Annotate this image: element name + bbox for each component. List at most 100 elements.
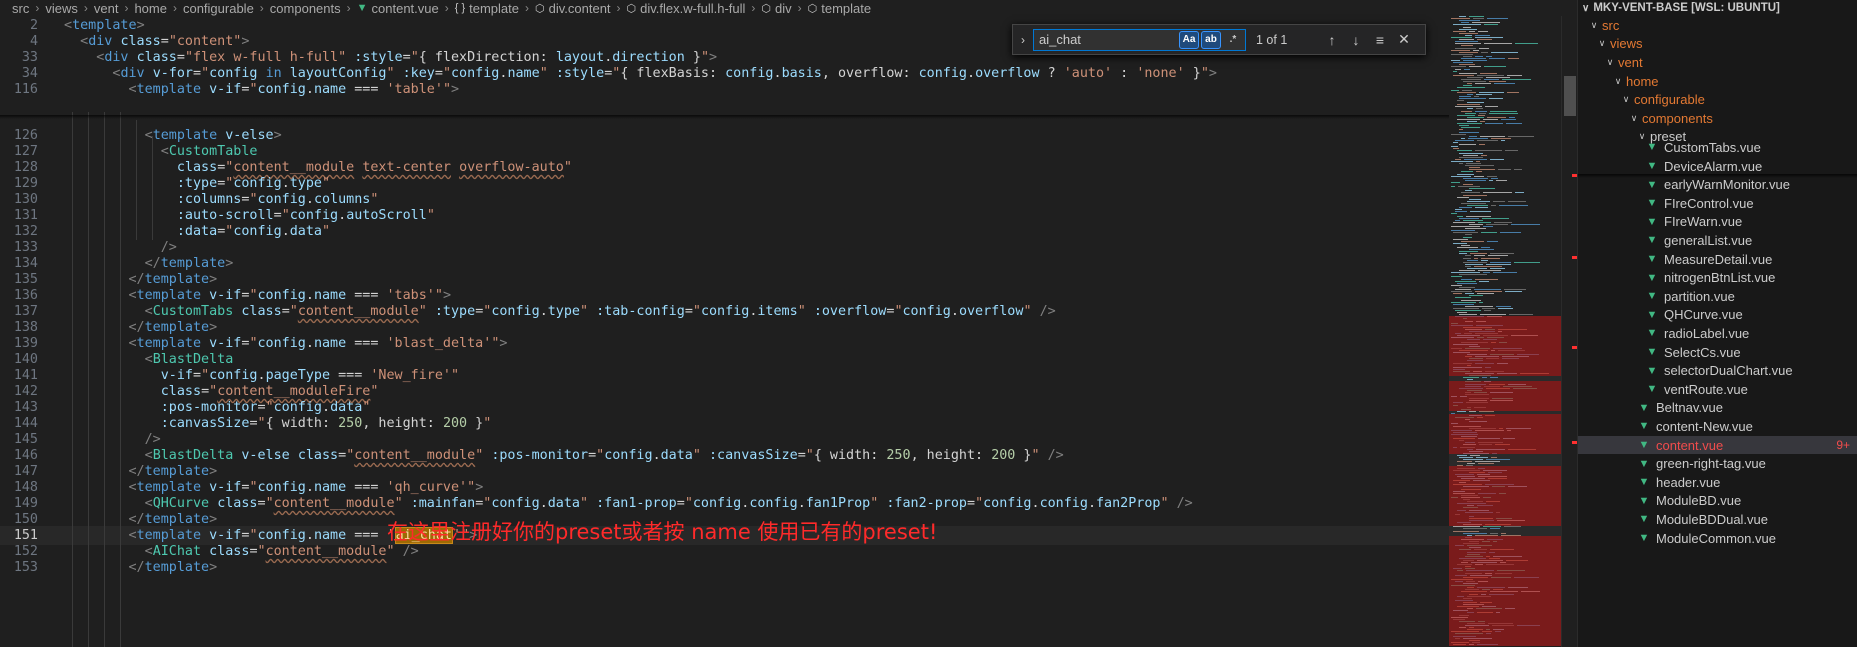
minimap-line (1475, 83, 1491, 85)
explorer-root[interactable]: ∨ MKY-VENT-BASE [WSL: UBUNTU] (1578, 0, 1857, 16)
tree-item-label: vent (1618, 54, 1643, 70)
file-item[interactable]: ▼ QHCurve.vue (1578, 306, 1857, 325)
minimap-line (1508, 58, 1519, 59)
scrollbar-thumb[interactable] (1564, 76, 1576, 116)
breadcrumb-item[interactable]: home (134, 1, 167, 16)
breadcrumb-label: div.content (548, 0, 611, 16)
folder-views[interactable]: ∨ views (1578, 35, 1857, 54)
breadcrumb-item[interactable]: views (45, 1, 78, 16)
folder-configurable[interactable]: ∨ configurable (1578, 90, 1857, 109)
toggle-replace-icon[interactable]: › (1013, 33, 1033, 47)
vue-file-icon: ▼ (1646, 346, 1658, 359)
file-item[interactable]: ▼ earlyWarnMonitor.vue (1578, 175, 1857, 194)
minimap-line (1457, 104, 1480, 106)
folder-home[interactable]: ∨ home (1578, 72, 1857, 91)
regex-button[interactable]: .* (1223, 31, 1243, 49)
file-item[interactable]: ▼ CustomTabs.vue (1578, 138, 1857, 157)
breadcrumb-item[interactable]: ⬡ template (808, 1, 871, 16)
breadcrumb-separator-icon: › (259, 1, 264, 15)
breadcrumb-item[interactable]: ⬡ div.content (535, 1, 611, 16)
file-item[interactable]: ▼ ModuleBDDual.vue (1578, 510, 1857, 529)
breadcrumb-item[interactable]: src (12, 1, 29, 16)
minimap-line (1462, 89, 1472, 91)
minimap-slider[interactable] (1449, 316, 1561, 646)
file-item[interactable]: ▼ radioLabel.vue (1578, 324, 1857, 343)
minimap-line (1451, 160, 1473, 162)
file-item[interactable]: ▼ selectorDualChart.vue (1578, 361, 1857, 380)
minimap-line (1472, 22, 1500, 24)
breadcrumb-item[interactable]: components (270, 1, 341, 16)
minimap-line (1478, 270, 1501, 272)
minimap-line (1479, 301, 1483, 303)
code-editor[interactable]: 2 <template> 4 <div class="content"> 33 <… (0, 16, 1449, 647)
minimap-line (1474, 265, 1502, 267)
code-line[interactable]: 153 </template> (0, 558, 1449, 577)
find-input[interactable]: ai_chat Aa ab .* (1033, 28, 1246, 51)
breadcrumb-item[interactable]: ▼ content.vue (357, 1, 439, 16)
minimap-line (1486, 223, 1508, 225)
minimap-line (1469, 198, 1481, 200)
breadcrumb-item[interactable]: ⬡ div (761, 1, 791, 16)
close-icon[interactable]: ✕ (1392, 31, 1416, 48)
file-item[interactable]: ▼ content.vue 9+ (1578, 435, 1857, 455)
breadcrumb-item[interactable]: ⬡ div.flex.w-full.h-full (627, 1, 746, 16)
previous-match-icon[interactable]: ↑ (1320, 32, 1344, 48)
indent-guide (152, 136, 153, 240)
sticky-line[interactable]: 116 <template v-if="config.name === 'tab… (0, 80, 1449, 99)
tree-item-label: QHCurve.vue (1664, 307, 1743, 323)
match-whole-word-button[interactable]: ab (1201, 30, 1221, 49)
minimap-line (1504, 289, 1526, 290)
file-item[interactable]: ▼ ModuleCommon.vue (1578, 529, 1857, 548)
minimap-line (1453, 148, 1459, 150)
folder-vent[interactable]: ∨ vent (1578, 53, 1857, 72)
file-item[interactable]: ▼ MeasureDetail.vue (1578, 250, 1857, 269)
folder-components[interactable]: ∨ components (1578, 109, 1857, 128)
breadcrumb-item[interactable]: configurable (183, 1, 254, 16)
file-item[interactable]: ▼ DeviceAlarm.vue (1578, 157, 1857, 176)
minimap-line (1479, 47, 1489, 49)
file-item[interactable]: ▼ FIreWarn.vue (1578, 213, 1857, 232)
minimap-line (1515, 192, 1524, 194)
tree-item-label: nitrogenBtnList.vue (1664, 270, 1776, 286)
minimap-line (1479, 144, 1485, 146)
minimap-line (1451, 53, 1473, 55)
file-item[interactable]: ▼ Beltnav.vue (1578, 399, 1857, 418)
minimap-line (1451, 89, 1459, 91)
minimap-line (1465, 228, 1486, 230)
vue-file-icon: ▼ (1646, 215, 1658, 228)
file-item[interactable]: ▼ ventRoute.vue (1578, 380, 1857, 399)
find-in-selection-icon[interactable]: ≡ (1368, 32, 1392, 48)
editor-scrollbar[interactable] (1561, 16, 1577, 647)
match-case-button[interactable]: Aa (1179, 30, 1199, 49)
file-item[interactable]: ▼ ModuleBD.vue (1578, 492, 1857, 511)
minimap-line (1477, 139, 1498, 141)
next-match-icon[interactable]: ↓ (1344, 32, 1368, 48)
file-item[interactable]: ▼ FIreControl.vue (1578, 194, 1857, 213)
file-item[interactable]: ▼ green-right-tag.vue (1578, 454, 1857, 473)
file-item[interactable]: ▼ content-New.vue (1578, 417, 1857, 436)
minimap-line (1505, 150, 1518, 152)
file-item[interactable]: ▼ generalList.vue (1578, 231, 1857, 250)
vue-file-icon: ▼ (1638, 494, 1650, 507)
file-item[interactable]: ▼ partition.vue (1578, 287, 1857, 306)
folder-src[interactable]: ∨ src (1578, 16, 1857, 35)
chevron-down-icon: ∨ (1590, 19, 1598, 30)
minimap-line (1451, 181, 1460, 183)
element-icon: ⬡ (626, 2, 637, 15)
breadcrumb-item[interactable]: vent (94, 1, 119, 16)
minimap-line (1465, 190, 1472, 192)
vue-file-icon: ▼ (1638, 420, 1650, 433)
file-item[interactable]: ▼ nitrogenBtnList.vue (1578, 268, 1857, 287)
file-item[interactable]: ▼ SelectCs.vue (1578, 343, 1857, 362)
minimap-line (1476, 93, 1492, 95)
minimap-line (1483, 226, 1493, 227)
vue-file-icon: ▼ (1638, 532, 1650, 545)
minimap[interactable] (1449, 16, 1561, 647)
breadcrumb-item[interactable]: { } template (455, 1, 519, 16)
file-item[interactable]: ▼ header.vue (1578, 473, 1857, 492)
minimap-line (1491, 177, 1498, 179)
minimap-line (1514, 169, 1522, 171)
minimap-line (1484, 66, 1506, 68)
minimap-line (1451, 272, 1480, 274)
minimap-line (1465, 305, 1493, 307)
